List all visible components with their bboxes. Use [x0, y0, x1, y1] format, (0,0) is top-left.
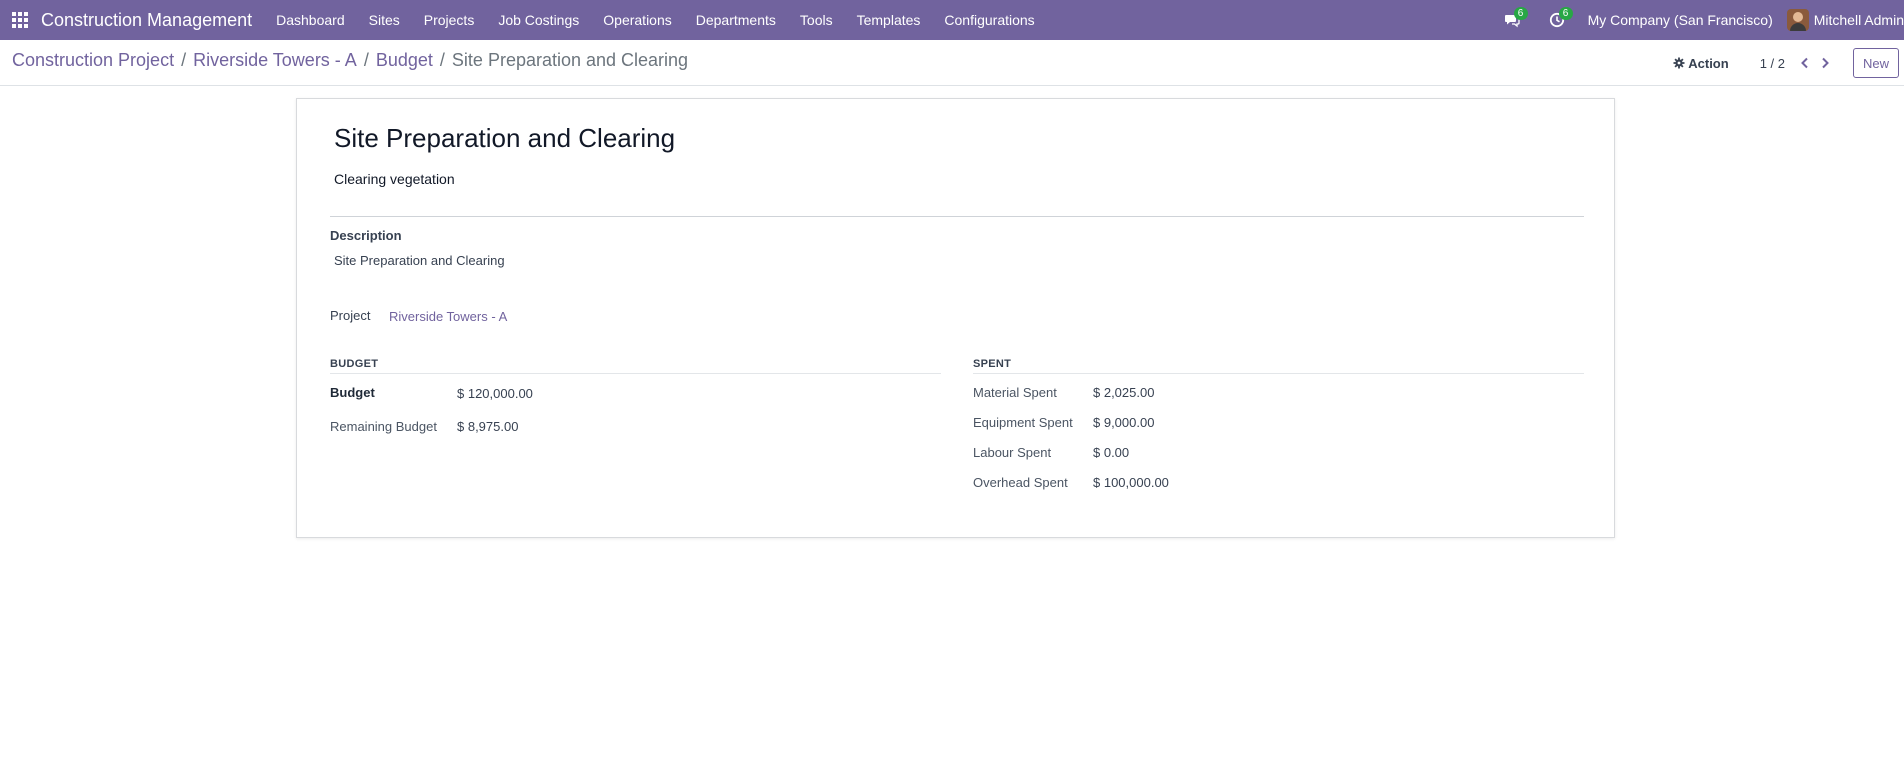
- breadcrumb-current: Site Preparation and Clearing: [451, 50, 689, 70]
- action-menu-button[interactable]: Action: [1673, 55, 1729, 71]
- breadcrumb-separator: /: [439, 50, 445, 70]
- action-label: Action: [1688, 55, 1729, 71]
- systray: 6 6 My Company (San Francisco) Mitchell …: [1490, 0, 1904, 40]
- form-sheet: Site Preparation and Clearing Clearing v…: [296, 98, 1615, 538]
- material-spent-value[interactable]: $ 2,025.00: [1093, 385, 1154, 400]
- project-label: Project: [330, 308, 371, 323]
- chevron-right-icon: [1822, 57, 1829, 69]
- budget-group: BUDGET Budget $ 120,000.00 Remaining Bud…: [330, 358, 941, 449]
- breadcrumb-budget[interactable]: Budget: [376, 50, 433, 71]
- user-menu[interactable]: Mitchell Admin: [1786, 9, 1904, 31]
- description-label: Description: [330, 228, 402, 243]
- menu-item-operations[interactable]: Operations: [591, 0, 683, 40]
- budget-label: Budget: [330, 385, 375, 400]
- remaining-budget-label: Remaining Budget: [330, 419, 437, 434]
- menu-item-departments[interactable]: Departments: [684, 0, 788, 40]
- chevron-left-icon: [1801, 57, 1808, 69]
- equipment-spent-row: Equipment Spent $ 9,000.00: [973, 415, 1584, 445]
- spent-group: SPENT Material Spent $ 2,025.00 Equipmen…: [973, 358, 1584, 505]
- material-spent-label: Material Spent: [973, 385, 1057, 400]
- menu-item-dashboard[interactable]: Dashboard: [264, 0, 357, 40]
- menu-item-projects[interactable]: Projects: [412, 0, 487, 40]
- menu-item-sites[interactable]: Sites: [357, 0, 412, 40]
- main-menu: Dashboard Sites Projects Job Costings Op…: [264, 0, 1047, 40]
- labour-spent-label: Labour Spent: [973, 445, 1052, 460]
- menu-item-configurations[interactable]: Configurations: [932, 0, 1046, 40]
- remaining-budget-value[interactable]: $ 8,975.00: [457, 419, 518, 434]
- budget-group-title: BUDGET: [330, 358, 941, 374]
- control-panel: Construction Project / Riverside Towers …: [0, 40, 1904, 86]
- record-title[interactable]: Site Preparation and Clearing: [334, 123, 675, 154]
- project-link[interactable]: Riverside Towers - A: [389, 309, 507, 324]
- breadcrumb-separator: /: [181, 50, 187, 70]
- activities-count-badge: 6: [1558, 7, 1573, 20]
- material-spent-row: Material Spent $ 2,025.00: [973, 385, 1584, 415]
- messages-button[interactable]: 6: [1490, 0, 1535, 40]
- breadcrumb-separator: /: [363, 50, 369, 70]
- budget-value[interactable]: $ 120,000.00: [457, 386, 533, 401]
- equipment-spent-label: Equipment Spent: [973, 415, 1073, 430]
- new-button[interactable]: New: [1853, 48, 1899, 78]
- app-brand[interactable]: Construction Management: [41, 10, 252, 31]
- control-panel-actions: Action 1 / 2 New: [1673, 40, 1904, 86]
- divider: [330, 216, 1584, 217]
- menu-item-job-costings[interactable]: Job Costings: [486, 0, 591, 40]
- breadcrumb-riverside-towers[interactable]: Riverside Towers - A: [193, 50, 357, 71]
- breadcrumb: Construction Project / Riverside Towers …: [12, 50, 688, 71]
- overhead-spent-value[interactable]: $ 100,000.00: [1093, 475, 1169, 490]
- menu-item-tools[interactable]: Tools: [788, 0, 845, 40]
- labour-spent-value[interactable]: $ 0.00: [1093, 445, 1129, 460]
- company-switcher[interactable]: My Company (San Francisco): [1580, 12, 1787, 28]
- top-navbar: Construction Management Dashboard Sites …: [0, 0, 1904, 40]
- menu-item-templates[interactable]: Templates: [845, 0, 933, 40]
- gear-icon: [1673, 57, 1685, 69]
- remaining-budget-row: Remaining Budget $ 8,975.00: [330, 419, 941, 449]
- apps-menu-icon[interactable]: [0, 0, 40, 40]
- overhead-spent-label: Overhead Spent: [973, 475, 1068, 490]
- record-subtitle[interactable]: Clearing vegetation: [334, 171, 455, 187]
- overhead-spent-row: Overhead Spent $ 100,000.00: [973, 475, 1584, 505]
- avatar: [1786, 9, 1809, 31]
- messages-count-badge: 6: [1513, 7, 1528, 20]
- activities-button[interactable]: 6: [1535, 0, 1580, 40]
- labour-spent-row: Labour Spent $ 0.00: [973, 445, 1584, 475]
- budget-row: Budget $ 120,000.00: [330, 385, 941, 415]
- breadcrumb-construction-project[interactable]: Construction Project: [12, 50, 174, 71]
- user-name: Mitchell Admin: [1813, 12, 1904, 28]
- pager-value[interactable]: 1 / 2: [1760, 56, 1785, 71]
- pager-previous-button[interactable]: [1795, 51, 1815, 75]
- pager-next-button[interactable]: [1815, 51, 1835, 75]
- description-field[interactable]: Site Preparation and Clearing: [334, 253, 505, 268]
- equipment-spent-value[interactable]: $ 9,000.00: [1093, 415, 1154, 430]
- spent-group-title: SPENT: [973, 358, 1584, 374]
